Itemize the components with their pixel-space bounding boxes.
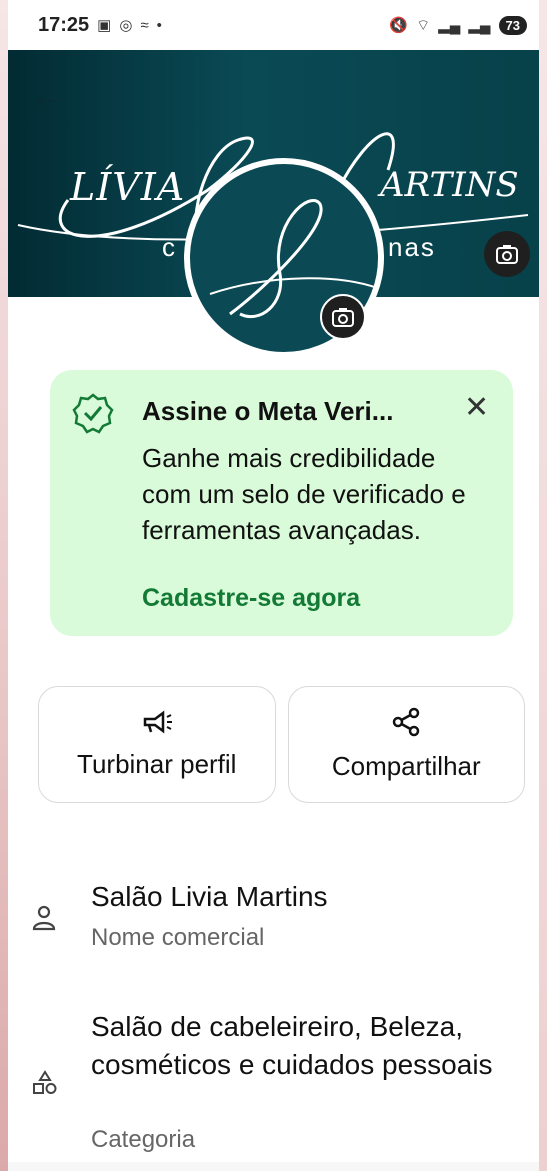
signup-link[interactable]: Cadastre-se agora xyxy=(142,584,360,613)
mute-icon: 🔇 xyxy=(389,17,409,34)
background-frame xyxy=(539,0,547,1171)
person-icon xyxy=(32,905,56,931)
phone-screen: 17:25 ▣ ◎ ≈ • 🔇 ⌔ ▂▄ ▂▄ 73 LÍVIA ARTINS … xyxy=(8,0,539,1171)
boost-profile-label: Turbinar perfil xyxy=(77,749,237,779)
business-name-row[interactable]: Salão Livia Martins Nome comercial xyxy=(8,870,539,970)
business-name-value: Salão Livia Martins xyxy=(91,881,328,912)
bottom-divider xyxy=(8,1162,539,1171)
status-left: 17:25 ▣ ◎ ≈ • xyxy=(38,14,162,37)
cover-title-left: LÍVIA xyxy=(70,165,186,209)
back-arrow-icon[interactable]: ← xyxy=(32,80,62,114)
wifi-icon: ⌔ xyxy=(416,16,431,34)
battery-icon: 73 xyxy=(498,15,527,35)
cover-subtitle-right: nas xyxy=(388,232,436,262)
dot-icon: • xyxy=(156,16,162,34)
profile-actions: Turbinar perfil Compartilhar xyxy=(38,686,525,803)
wavy-icon: ≈ xyxy=(140,16,149,34)
verified-badge-icon xyxy=(72,392,114,439)
edit-avatar-camera-icon[interactable] xyxy=(320,294,366,340)
category-value: Salão de cabeleireiro, Beleza, cosmético… xyxy=(91,1011,493,1080)
meta-verified-banner[interactable]: Assine o Meta Veri... ✕ Ganhe mais credi… xyxy=(50,370,513,636)
category-label: Categoria xyxy=(91,1126,196,1153)
category-row[interactable]: Salão de cabeleireiro, Beleza, cosmético… xyxy=(8,1004,539,1162)
share-icon xyxy=(393,707,420,737)
close-icon[interactable]: ✕ xyxy=(464,390,489,425)
banner-description: Ganhe mais credibilidade com um selo de … xyxy=(142,443,466,545)
cover-subtitle-left: c xyxy=(162,232,175,262)
signal-icon: ▂▄ xyxy=(438,17,461,34)
category-icon xyxy=(33,1070,57,1094)
banner-title: Assine o Meta Veri... xyxy=(142,396,394,426)
status-bar: 17:25 ▣ ◎ ≈ • 🔇 ⌔ ▂▄ ▂▄ 73 xyxy=(8,0,539,50)
business-name-label: Nome comercial xyxy=(91,924,265,951)
edit-cover-camera-icon[interactable] xyxy=(484,231,530,277)
instagram-icon: ◎ xyxy=(119,17,133,34)
boost-profile-button[interactable]: Turbinar perfil xyxy=(38,686,276,803)
background-frame xyxy=(0,0,8,1171)
status-right: 🔇 ⌔ ▂▄ ▂▄ 73 xyxy=(389,15,527,35)
gallery-icon: ▣ xyxy=(97,17,112,34)
megaphone-icon xyxy=(143,710,172,734)
status-time: 17:25 xyxy=(38,13,90,36)
share-button[interactable]: Compartilhar xyxy=(287,686,525,803)
signal-icon: ▂▄ xyxy=(468,17,491,34)
share-label: Compartilhar xyxy=(331,751,481,781)
cover-title-right: ARTINS xyxy=(380,165,519,205)
